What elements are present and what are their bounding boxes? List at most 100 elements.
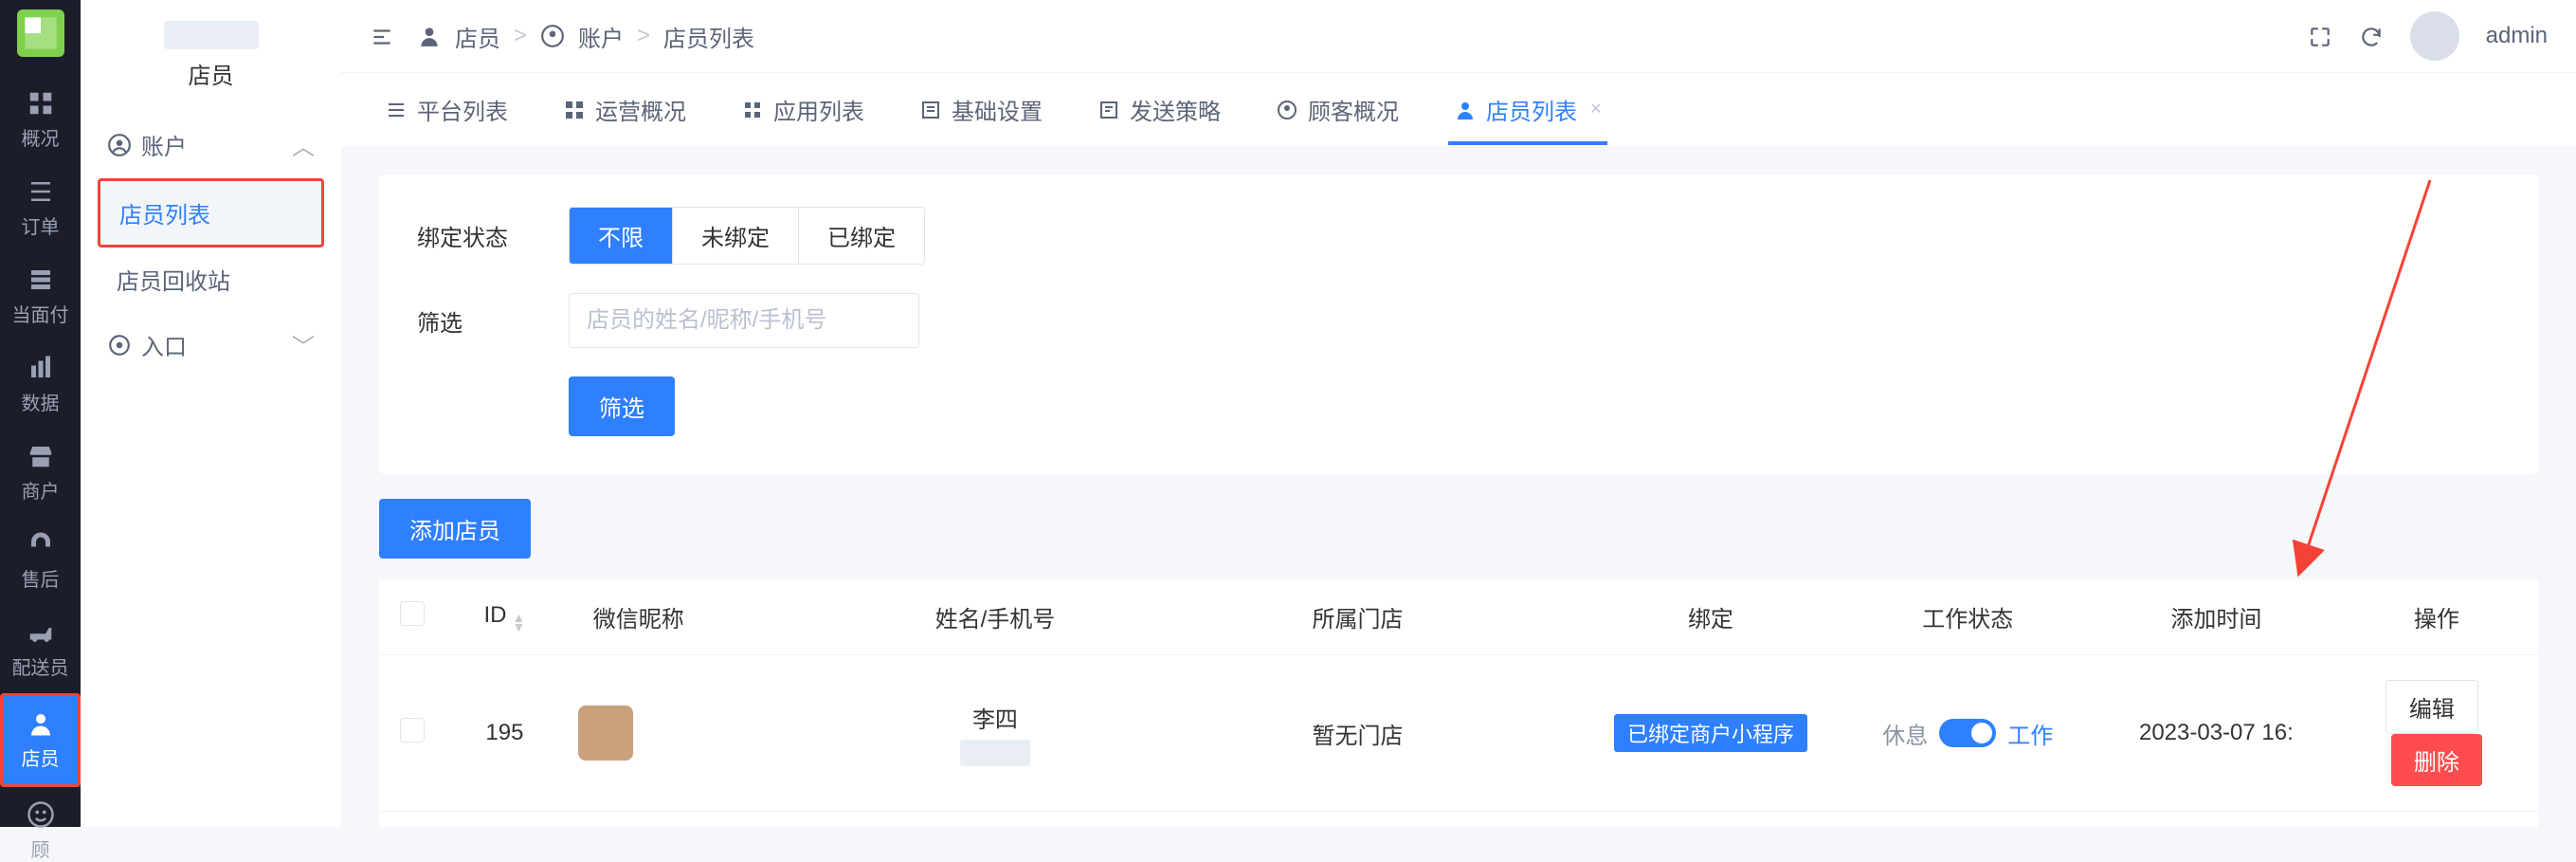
col-store: 所属门店 bbox=[1313, 607, 1404, 633]
panel-header: 店员 bbox=[81, 0, 341, 111]
nav-label: 店员 bbox=[22, 743, 60, 771]
tab-send-policy[interactable]: 发送策略 bbox=[1092, 74, 1226, 145]
bind-status-segment: 不限 未绑定 已绑定 bbox=[569, 207, 925, 265]
tab-basic-settings[interactable]: 基础设置 bbox=[914, 74, 1048, 145]
breadcrumb-item[interactable]: 店员 bbox=[455, 20, 500, 53]
tab-platform-list[interactable]: 平台列表 bbox=[379, 74, 514, 145]
side-group-label: 账户 bbox=[141, 128, 187, 161]
status-on-label: 工作 bbox=[2007, 717, 2053, 750]
nav-label: 售后 bbox=[22, 564, 60, 592]
nav-staff[interactable]: 店员 bbox=[0, 693, 81, 787]
tab-label: 运营概况 bbox=[595, 93, 686, 126]
close-icon[interactable]: × bbox=[1590, 99, 1602, 120]
content: 绑定状态 不限 未绑定 已绑定 筛选 筛选 添加店员 bbox=[341, 146, 2576, 827]
person-icon bbox=[417, 24, 442, 48]
row-checkbox[interactable] bbox=[400, 718, 425, 743]
tab-app-list[interactable]: 应用列表 bbox=[735, 74, 870, 145]
select-all-checkbox[interactable] bbox=[400, 601, 425, 626]
nav-label: 数据 bbox=[22, 388, 60, 415]
collapse-sidebar-icon[interactable] bbox=[370, 23, 394, 49]
breadcrumb-item: 店员列表 bbox=[663, 20, 754, 53]
filter-bind-label: 绑定状态 bbox=[417, 219, 569, 252]
tab-label: 发送策略 bbox=[1130, 93, 1221, 126]
cell-time: 2023-03-03 14: bbox=[2097, 812, 2335, 828]
panel-header-image bbox=[164, 21, 259, 49]
nav-merchant[interactable]: 商户 bbox=[0, 429, 81, 517]
target-icon bbox=[107, 333, 132, 358]
phone-text bbox=[960, 740, 1031, 766]
nav-orders[interactable]: 订单 bbox=[0, 164, 81, 252]
filter-search-label: 筛选 bbox=[417, 304, 569, 338]
side-group-account[interactable]: 账户 ︿ bbox=[98, 111, 324, 178]
filter-submit-button[interactable]: 筛选 bbox=[569, 376, 675, 436]
cell-time: 2023-03-07 16: bbox=[2097, 655, 2335, 812]
side-group-label: 入口 bbox=[141, 328, 187, 361]
nav-courier[interactable]: 配送员 bbox=[0, 605, 81, 693]
cell-id: 195 bbox=[444, 655, 565, 812]
tab-operation-overview[interactable]: 运营概况 bbox=[557, 74, 692, 145]
tabsbar: 平台列表 运营概况 应用列表 基础设置 发送策略 顾客概况 店员列表 × bbox=[341, 72, 2576, 146]
status-off-label: 休息 bbox=[1882, 717, 1928, 750]
tab-staff-list[interactable]: 店员列表 × bbox=[1448, 74, 1607, 145]
nav-label: 顾 bbox=[31, 834, 50, 862]
seg-unbound[interactable]: 未绑定 bbox=[672, 208, 798, 264]
main-area: 店员 > 账户 > 店员列表 admin 平台列表 运营概况 应用列表 基础设置… bbox=[341, 0, 2576, 827]
breadcrumb: 店员 > 账户 > 店员列表 bbox=[417, 20, 754, 53]
cell-store: 暂无门店 bbox=[1133, 812, 1584, 828]
tab-label: 顾客概况 bbox=[1308, 93, 1399, 126]
add-staff-button[interactable]: 添加店员 bbox=[379, 499, 531, 559]
username[interactable]: admin bbox=[2486, 23, 2548, 49]
tab-label: 平台列表 bbox=[417, 93, 508, 126]
name-text: 李四 bbox=[972, 701, 1018, 734]
search-input[interactable] bbox=[569, 293, 919, 348]
table-row: 195 李四 暂无门店 已绑定商户小程序 休息 工作 2023-03-07 16:… bbox=[379, 655, 2538, 812]
breadcrumb-item[interactable]: 账户 bbox=[578, 20, 624, 53]
col-bind: 绑定 bbox=[1688, 607, 1733, 633]
col-wechat: 微信昵称 bbox=[593, 607, 684, 633]
user-circle-icon bbox=[540, 24, 565, 48]
delete-button[interactable]: 删除 bbox=[2391, 734, 2482, 786]
breadcrumb-sep: > bbox=[514, 23, 527, 49]
edit-button[interactable]: 编辑 bbox=[2386, 680, 2478, 734]
seg-bound[interactable]: 已绑定 bbox=[798, 208, 924, 264]
col-ops: 操作 bbox=[2414, 607, 2459, 633]
table-row: 194 小 Ceshi1 暂无门店 已绑定公众号已绑定顾客小程序 休息工作 20… bbox=[379, 812, 2538, 828]
app-logo[interactable] bbox=[17, 9, 64, 57]
staff-table: ID ▲▼ 微信昵称 姓名/手机号 所属门店 绑定 工作状态 添加时间 操作 19… bbox=[379, 579, 2538, 827]
user-circle-icon bbox=[107, 133, 132, 157]
seg-all[interactable]: 不限 bbox=[570, 208, 672, 264]
tab-label: 基础设置 bbox=[952, 93, 1043, 126]
side-group-entry[interactable]: 入口 ﹀ bbox=[98, 311, 324, 378]
chevron-down-icon: ﹀ bbox=[292, 328, 315, 361]
avatar[interactable] bbox=[2410, 11, 2459, 61]
refresh-icon[interactable] bbox=[2359, 23, 2384, 49]
nav-label: 当面付 bbox=[12, 300, 69, 327]
nav-label: 概况 bbox=[22, 123, 60, 151]
nav-overview[interactable]: 概况 bbox=[0, 76, 81, 164]
nav-customer[interactable]: 顾 bbox=[0, 787, 81, 862]
panel-title: 店员 bbox=[189, 57, 234, 90]
nav-aftersale[interactable]: 售后 bbox=[0, 517, 81, 605]
cell-store: 暂无门店 bbox=[1133, 655, 1584, 812]
side-sub-staff-list[interactable]: 店员列表 bbox=[98, 178, 324, 248]
col-id[interactable]: ID bbox=[484, 602, 507, 628]
work-switch[interactable] bbox=[1939, 719, 1996, 747]
wechat-avatar bbox=[578, 706, 633, 761]
col-name: 姓名/手机号 bbox=[935, 607, 1056, 633]
cell-bind: 已绑定商户小程序 bbox=[1583, 655, 1838, 812]
fullscreen-icon[interactable] bbox=[2308, 23, 2332, 49]
nav-rail: 概况 订单 当面付 数据 商户 售后 配送员 店员 顾 bbox=[0, 0, 81, 827]
nav-facepay[interactable]: 当面付 bbox=[0, 252, 81, 340]
col-status: 工作状态 bbox=[1922, 607, 2013, 633]
chevron-up-icon: ︿ bbox=[292, 128, 315, 161]
nav-label: 商户 bbox=[22, 476, 60, 504]
tab-customer-overview[interactable]: 顾客概况 bbox=[1270, 74, 1405, 145]
filter-card: 绑定状态 不限 未绑定 已绑定 筛选 筛选 bbox=[379, 174, 2538, 474]
side-sub-staff-recycle[interactable]: 店员回收站 bbox=[98, 248, 324, 311]
nav-data[interactable]: 数据 bbox=[0, 340, 81, 429]
sort-icon[interactable]: ▲▼ bbox=[513, 613, 526, 632]
cell-bind: 已绑定公众号已绑定顾客小程序 bbox=[1583, 812, 1838, 828]
tab-label: 店员列表 bbox=[1486, 93, 1577, 126]
breadcrumb-sep: > bbox=[637, 23, 650, 49]
col-time: 添加时间 bbox=[2170, 607, 2261, 633]
